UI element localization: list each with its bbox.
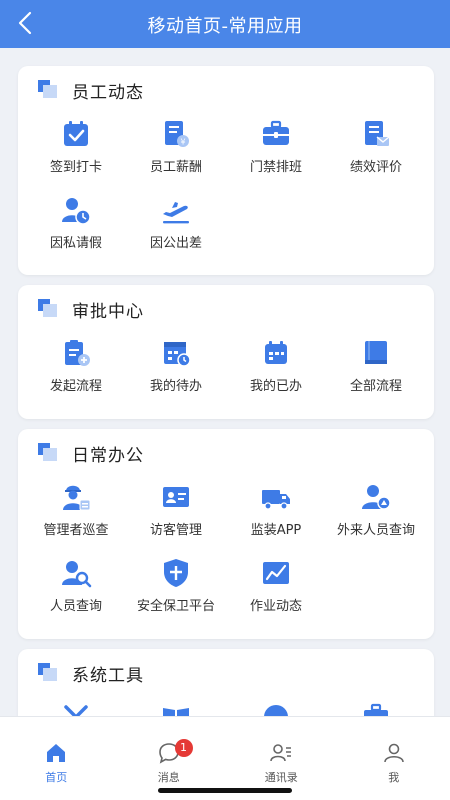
chart-icon: [263, 562, 289, 584]
app-external-personnel-query[interactable]: 外来人员查询: [326, 477, 426, 539]
app-loading-monitor[interactable]: 监装APP: [226, 477, 326, 539]
app-label: 因私请假: [49, 236, 102, 251]
app-visitor-management[interactable]: 访客管理: [126, 477, 226, 539]
toolbox-icon: [364, 703, 388, 716]
app-label: 发起流程: [49, 379, 102, 394]
app-label: 作业动态: [249, 599, 302, 614]
app-label: 全部流程: [349, 379, 402, 394]
open-book-icon: [163, 708, 189, 716]
app-checkin[interactable]: 签到打卡: [26, 114, 126, 176]
tab-me[interactable]: 我: [338, 717, 450, 800]
calendar-done-icon: [265, 341, 287, 364]
tab-label: 我: [388, 771, 400, 784]
section-daily-office: 日常办公 管理者巡查 访客管理 监装APP 外来人员查询 人员查询 安全保卫平台…: [18, 429, 434, 639]
app-label: 我的已办: [249, 379, 302, 394]
app-personal-leave[interactable]: 因私请假: [26, 190, 126, 252]
app-my-todo[interactable]: 我的待办: [126, 333, 226, 395]
tab-home[interactable]: 首页: [0, 717, 113, 800]
tab-label: 消息: [157, 771, 180, 784]
section-title: 员工动态: [72, 82, 144, 103]
app-label: 绩效评价: [349, 160, 402, 175]
app-label: 我的待办: [149, 379, 202, 394]
app-label: 人员查询: [49, 599, 102, 614]
unread-badge: 1: [174, 739, 193, 757]
globe-icon: [264, 705, 288, 716]
section-approval: 审批中心 发起流程 我的待办 我的已办 全部流程: [18, 285, 434, 419]
tools-icon: [64, 705, 88, 716]
person-search-icon: [362, 485, 391, 510]
app-manager-inspection[interactable]: 管理者巡查: [26, 477, 126, 539]
app-access-schedule[interactable]: 门禁排班: [226, 114, 326, 176]
app-performance[interactable]: 绩效评价: [326, 114, 426, 176]
contacts-icon: [270, 744, 292, 762]
app-my-done[interactable]: 我的已办: [226, 333, 326, 395]
app-label: 安全保卫平台: [136, 599, 215, 614]
app-security-platform[interactable]: 安全保卫平台: [126, 553, 226, 615]
inspector-icon: [63, 485, 91, 511]
app-label: 监装APP: [250, 523, 302, 538]
app-work-dynamics[interactable]: 作业动态: [226, 553, 326, 615]
plane-icon: [163, 202, 189, 224]
section-header: 员工动态: [38, 78, 144, 103]
briefcase-icon: [263, 120, 289, 145]
section-employee: 员工动态 签到打卡 ¥ 员工薪酬 门禁排班 绩效评价 因私请假 因公出差: [18, 66, 434, 275]
salary-icon: ¥: [165, 121, 189, 147]
main-content[interactable]: 员工动态 签到打卡 ¥ 员工薪酬 门禁排班 绩效评价 因私请假 因公出差 审批中…: [0, 48, 450, 716]
app-web[interactable]: [226, 697, 326, 716]
app-grid: 管理者巡查 访客管理 监装APP 外来人员查询 人员查询 安全保卫平台 作业动态: [26, 477, 426, 615]
section-title: 日常办公: [72, 445, 144, 466]
app-grid: [26, 697, 426, 716]
app-label: 管理者巡查: [43, 523, 109, 538]
person-clock-icon: [62, 198, 91, 225]
user-icon: [383, 743, 404, 763]
app-personnel-query[interactable]: 人员查询: [26, 553, 126, 615]
app-salary[interactable]: ¥ 员工薪酬: [126, 114, 226, 176]
app-label: 因公出差: [149, 236, 202, 251]
tab-label: 通讯录: [264, 771, 298, 784]
svg-text:¥: ¥: [180, 138, 185, 147]
app-grid: 发起流程 我的待办 我的已办 全部流程: [26, 333, 426, 395]
book-icon: [365, 341, 387, 364]
section-icon: [38, 80, 60, 100]
truck-icon: [262, 490, 290, 510]
section-title: 审批中心: [72, 301, 144, 322]
page-title: 移动首页-常用应用: [147, 16, 303, 37]
app-manual[interactable]: [126, 697, 226, 716]
calendar-clock-icon: [164, 342, 191, 367]
app-tools[interactable]: [26, 697, 126, 716]
section-title: 系统工具: [72, 665, 144, 686]
section-icon: [38, 299, 60, 319]
tab-label: 首页: [45, 771, 68, 784]
app-label: 员工薪酬: [149, 160, 202, 175]
home-icon: [47, 744, 66, 762]
app-label: 访客管理: [149, 523, 202, 538]
app-label: 门禁排班: [249, 160, 302, 175]
calendar-check-icon: [64, 121, 88, 146]
id-card-icon: [163, 487, 189, 507]
clipboard-add-icon: [65, 340, 90, 366]
section-header: 审批中心: [38, 297, 144, 322]
section-icon: [38, 663, 60, 683]
app-toolbox[interactable]: [326, 697, 426, 716]
section-header: 日常办公: [38, 441, 144, 466]
app-start-process[interactable]: 发起流程: [26, 333, 126, 395]
section-header: 系统工具: [38, 661, 144, 686]
app-label: 外来人员查询: [336, 523, 415, 538]
shield-icon: [164, 559, 188, 587]
app-label: 签到打卡: [49, 160, 102, 175]
document-mail-icon: [365, 121, 390, 146]
app-header: 移动首页-常用应用: [0, 0, 450, 48]
person-magnifier-icon: [62, 561, 92, 588]
app-business-trip[interactable]: 因公出差: [126, 190, 226, 252]
app-all-process[interactable]: 全部流程: [326, 333, 426, 395]
section-system-tools: 系统工具: [18, 649, 434, 716]
app-grid: 签到打卡 ¥ 员工薪酬 门禁排班 绩效评价 因私请假 因公出差: [26, 114, 426, 252]
home-indicator[interactable]: [158, 788, 292, 793]
section-icon: [38, 443, 60, 463]
